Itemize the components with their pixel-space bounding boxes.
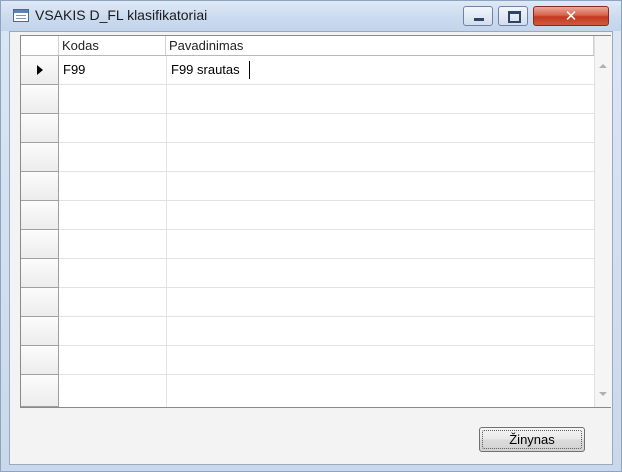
cell-pavadinimas[interactable]: F99 srautas (171, 62, 240, 77)
row-selector[interactable] (21, 259, 59, 288)
row-selector[interactable] (21, 143, 59, 172)
row-divider (59, 287, 594, 288)
row-divider (59, 200, 594, 201)
row-selector[interactable] (21, 56, 59, 85)
minimize-icon (474, 18, 484, 21)
row-divider (59, 84, 594, 85)
row-selector[interactable] (21, 201, 59, 230)
row-divider (59, 142, 594, 143)
table-window-icon (13, 9, 29, 22)
row-selector[interactable] (21, 317, 59, 346)
row-divider (59, 229, 594, 230)
column-header-kodas[interactable]: Kodas (59, 36, 166, 55)
window-frame: VSAKIS D_FL klasifikatoriai ✕ Kodas Pava… (0, 0, 622, 472)
maximize-icon (508, 11, 521, 23)
row-divider (59, 171, 594, 172)
row-selector[interactable] (21, 172, 59, 201)
row-selector[interactable] (21, 114, 59, 143)
close-button[interactable]: ✕ (533, 6, 609, 26)
header-corner (21, 36, 59, 55)
grid-header: Kodas Pavadinimas (21, 36, 594, 56)
cell-kodas[interactable]: F99 (63, 62, 85, 77)
scroll-down-icon[interactable] (599, 392, 607, 396)
row-divider (59, 374, 594, 375)
current-row-arrow-icon (37, 65, 43, 75)
row-selector[interactable] (21, 375, 59, 407)
window-title: VSAKIS D_FL klasifikatoriai (35, 7, 208, 23)
row-selector[interactable] (21, 85, 59, 114)
column-header-pavadinimas[interactable]: Pavadinimas (166, 36, 594, 55)
row-divider (59, 113, 594, 114)
close-icon: ✕ (564, 7, 578, 25)
maximize-button[interactable] (498, 6, 528, 26)
row-selector[interactable] (21, 288, 59, 317)
row-selector[interactable] (21, 346, 59, 375)
text-caret (249, 61, 250, 79)
zinynas-button[interactable]: Žinynas (479, 427, 585, 452)
row-selector[interactable] (21, 230, 59, 259)
vertical-scrollbar[interactable] (594, 36, 611, 407)
column-divider (166, 56, 167, 407)
title-bar[interactable]: VSAKIS D_FL klasifikatoriai ✕ (1, 1, 621, 31)
row-divider (59, 258, 594, 259)
row-divider (59, 345, 594, 346)
minimize-button[interactable] (463, 6, 493, 26)
row-divider (59, 316, 594, 317)
data-grid: Kodas Pavadinimas F99 F99 srautas (20, 35, 611, 408)
scroll-up-icon[interactable] (599, 64, 607, 68)
